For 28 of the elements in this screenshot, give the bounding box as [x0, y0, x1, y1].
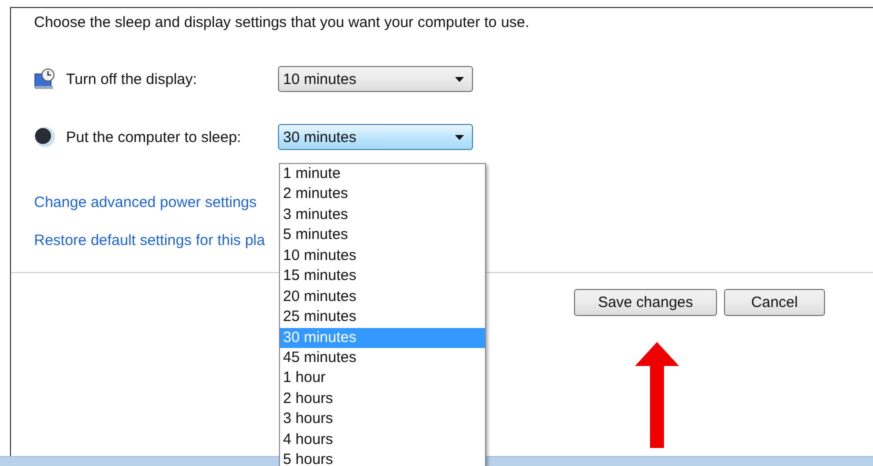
dropdown-select[interactable]: 30 minutes [278, 124, 473, 150]
cancel-button[interactable]: Cancel [724, 289, 825, 316]
caret-icon [455, 134, 464, 140]
dropdown-option[interactable]: 45 minutes [280, 348, 485, 368]
dropdown-option[interactable]: 10 minutes [280, 246, 485, 266]
settings-link[interactable]: Restore default settings for this pla [34, 232, 265, 249]
caret-icon [455, 76, 464, 82]
dropdown-option[interactable]: 3 hours [280, 409, 485, 430]
dropdown-option[interactable]: 2 minutes [280, 184, 485, 205]
intro-text: Choose the sleep and display settings that you want your computer to use. [33, 13, 530, 31]
arrow-icon [635, 342, 679, 448]
dropdown-option[interactable]: 4 hours [280, 430, 485, 450]
dropdown-option[interactable]: 3 minutes [280, 204, 485, 226]
dropdown-option[interactable]: 5 hours [280, 450, 485, 466]
settings-link[interactable]: Change advanced power settings [34, 194, 257, 211]
monitor-clock-icon [34, 68, 56, 90]
dropdown-option[interactable]: 2 hours [280, 388, 485, 410]
dropdown-option[interactable]: 25 minutes [280, 307, 485, 328]
dropdown-option[interactable]: 1 hour [280, 368, 485, 389]
dropdown-option[interactable]: 20 minutes [280, 286, 485, 308]
setting-label: Turn off the display: [66, 70, 198, 88]
setting-label: Put the computer to sleep: [66, 128, 242, 146]
dropdown-option[interactable]: 1 minute [280, 164, 485, 184]
dropdown-select[interactable]: 10 minutes [278, 66, 473, 92]
moon-icon [34, 126, 56, 148]
save-button[interactable]: Save changes [574, 289, 717, 316]
dropdown-option[interactable]: 5 minutes [280, 225, 485, 246]
dropdown-option[interactable]: 15 minutes [280, 266, 485, 287]
